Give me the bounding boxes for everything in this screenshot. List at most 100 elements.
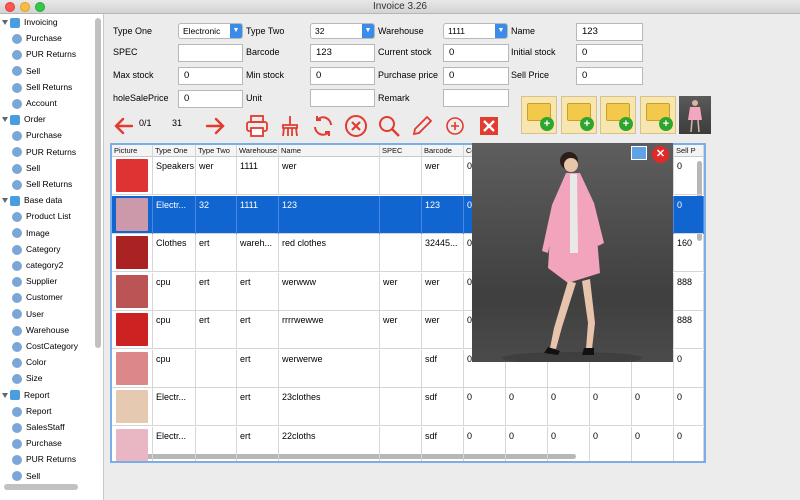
sidebar-item[interactable]: PUR Returns [12,451,76,467]
sidebar-item[interactable]: Account [12,95,57,111]
max-stock-label: Max stock [113,70,154,80]
sidebar-item[interactable]: PUR Returns [12,46,76,62]
item-icon [12,276,22,287]
sidebar-item[interactable]: Supplier [12,273,57,289]
edit-button[interactable] [410,114,434,138]
table-cell: wer [422,157,464,195]
add-picture-button-1[interactable]: + [521,96,557,134]
picture-cell[interactable] [112,311,153,349]
add-picture-button-3[interactable]: + [600,96,636,134]
column-header[interactable]: Warehouse [237,145,279,157]
clear-button[interactable] [278,114,302,138]
add-button[interactable] [443,114,467,138]
item-icon [12,260,22,271]
sidebar-item[interactable]: CostCategory [12,338,78,354]
sidebar-item[interactable]: User [12,306,44,322]
picture-cell[interactable] [112,272,153,311]
minimize-window-button[interactable] [20,2,30,12]
sidebar-item[interactable]: Category [12,241,61,257]
picture-cell[interactable] [112,234,153,272]
sidebar-item[interactable]: Sell Returns [12,176,72,192]
image-icon[interactable] [631,146,647,160]
sidebar-item[interactable]: Sell [12,63,40,79]
table-cell: ert [237,311,279,349]
sidebar-item[interactable]: Report [12,403,52,419]
delete-button[interactable] [344,114,368,138]
sell-price-field[interactable]: 0 [576,67,643,85]
product-thumbnail [116,428,148,461]
remark-field[interactable] [443,89,509,107]
barcode-field[interactable]: 123 [310,44,375,62]
add-picture-button-4[interactable]: + [640,96,676,134]
sidebar-item[interactable]: Size [12,370,43,386]
sidebar-item[interactable]: Sell [12,468,40,484]
search-button[interactable] [377,114,401,138]
picture-cell[interactable] [112,388,153,426]
close-preview-button[interactable]: ✕ [652,146,669,163]
warehouse-select[interactable]: 1111 ▼ [443,23,508,39]
sidebar-item[interactable]: PUR Returns [12,144,76,160]
product-thumbnail [116,390,148,423]
column-header[interactable]: Name [279,145,380,157]
export-excel-button[interactable] [477,114,501,138]
item-icon [12,293,22,304]
initial-stock-field[interactable]: 0 [576,44,643,62]
picture-cell[interactable] [112,349,153,388]
refresh-button[interactable] [311,114,335,138]
disclosure-triangle-icon[interactable] [2,117,8,123]
min-stock-field[interactable]: 0 [310,67,375,85]
max-stock-field[interactable]: 0 [178,67,243,85]
column-header[interactable]: SPEC [380,145,422,157]
type-one-select[interactable]: Electronic ▼ [178,23,243,39]
disclosure-triangle-icon[interactable] [2,392,8,398]
sidebar-item[interactable]: Image [12,225,50,241]
search-icon [379,116,400,137]
zoom-window-button[interactable] [35,2,45,12]
product-picture-thumbnail[interactable] [679,96,711,134]
table-row[interactable]: Electr... ert 22cloths sdf 0 0 0 0 0 0 [112,426,704,461]
sidebar-group-2[interactable]: Base data [2,192,62,208]
close-window-button[interactable] [5,2,15,12]
type-two-select[interactable]: 32 ▼ [310,23,375,39]
sidebar-item[interactable]: Sell Returns [12,79,72,95]
unit-field[interactable] [310,89,375,107]
sidebar-item[interactable]: Product List [12,208,71,224]
column-header[interactable]: Sell P [674,145,704,157]
disclosure-triangle-icon[interactable] [2,198,8,204]
name-field[interactable]: 123 [576,23,643,41]
plus-icon: + [540,117,554,131]
print-button[interactable] [245,114,269,138]
sidebar-item[interactable]: Purchase [12,127,62,143]
wholesale-price-field[interactable]: 0 [178,90,243,108]
next-button[interactable] [203,114,227,138]
sidebar-vertical-scrollbar[interactable] [95,18,101,348]
picture-cell[interactable] [112,157,153,195]
column-header[interactable]: Type Two [196,145,237,157]
table-row[interactable]: Electr... ert 23clothes sdf 0 0 0 0 0 0 [112,388,704,426]
sidebar-group-0[interactable]: Invoicing [2,14,58,30]
table-cell: wer [196,157,237,195]
picture-cell[interactable] [112,195,153,234]
sidebar-group-1[interactable]: Order [2,111,46,127]
purchase-price-field[interactable]: 0 [443,67,509,85]
sidebar-item[interactable]: Purchase [12,435,62,451]
picture-cell[interactable] [112,426,153,461]
sidebar-item[interactable]: Warehouse [12,322,69,338]
disclosure-triangle-icon[interactable] [2,20,8,26]
sidebar-item[interactable]: Color [12,354,46,370]
add-picture-button-2[interactable]: + [561,96,597,134]
column-header[interactable]: Barcode [422,145,464,157]
sidebar-group-3[interactable]: Report [2,387,50,403]
spec-field[interactable] [178,44,243,62]
sidebar-item[interactable]: category2 [12,257,63,273]
column-header[interactable]: Type One [153,145,196,157]
sidebar-item[interactable]: Purchase [12,30,62,46]
sidebar-item[interactable]: Sell [12,160,40,176]
previous-button[interactable] [112,114,136,138]
sidebar-item[interactable]: SalesStaff [12,419,65,435]
column-header[interactable]: Picture [112,145,153,157]
sidebar-horizontal-scrollbar[interactable] [4,484,78,490]
sidebar-item[interactable]: Customer [12,289,63,305]
current-stock-field[interactable]: 0 [443,44,509,62]
table-cell: werwerwe [279,349,380,388]
